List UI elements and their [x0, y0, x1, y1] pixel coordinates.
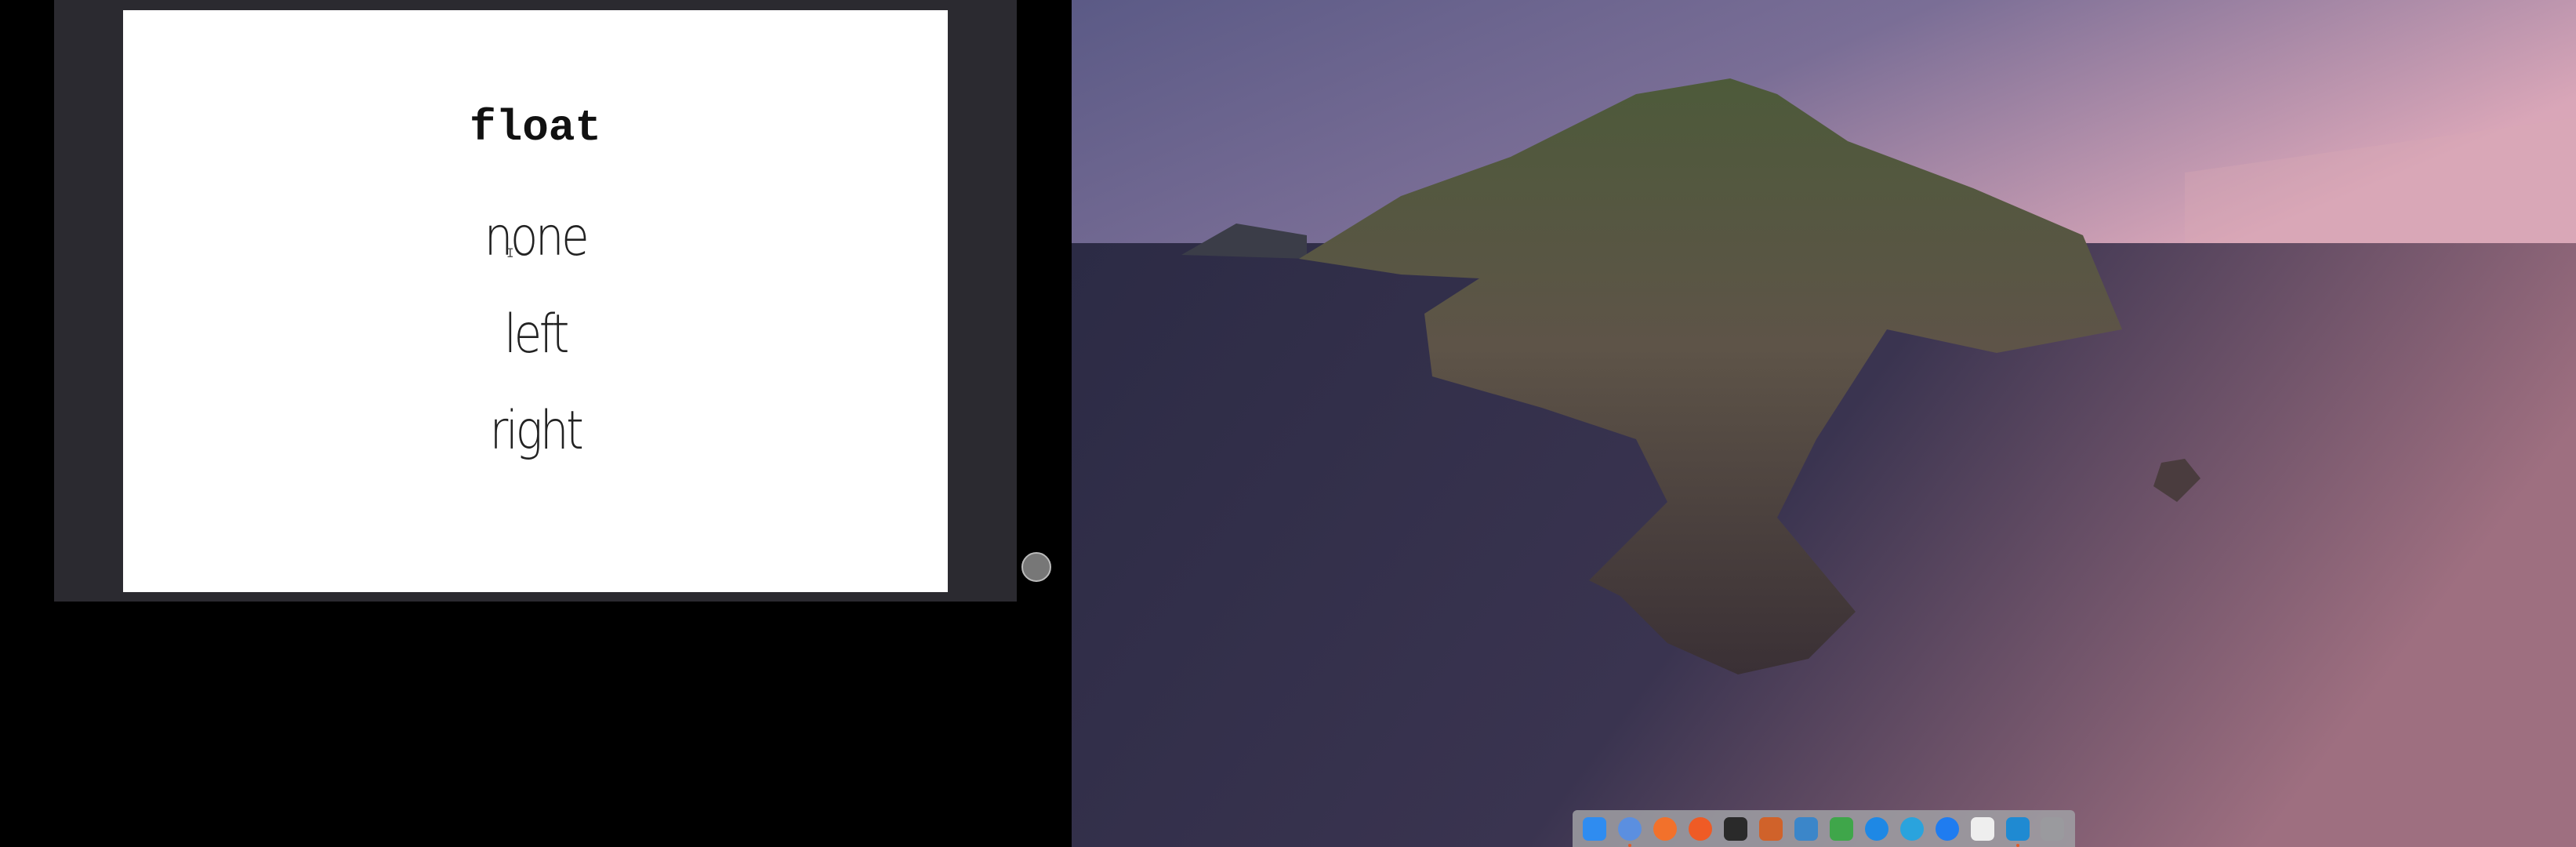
- slide-title: float: [469, 103, 602, 153]
- dock-item-chromium[interactable]: [1613, 813, 1648, 847]
- dock-item-postman[interactable]: [1683, 813, 1718, 845]
- libreoffice-calc-icon: [1829, 816, 1853, 841]
- webcam-avatar: [1021, 552, 1051, 582]
- dock-item-launchpad[interactable]: [2035, 813, 2070, 845]
- textedit-icon: [1970, 816, 1994, 841]
- dock-item-app-store[interactable]: [1929, 813, 1965, 845]
- slide[interactable]: float none left right I: [123, 10, 948, 592]
- running-indicator: [2015, 843, 2019, 847]
- dock: [1573, 810, 2075, 847]
- libreoffice-draw-icon: [1794, 816, 1818, 841]
- text-cursor-icon: I: [506, 245, 514, 260]
- dock-item-libreoffice-calc[interactable]: [1823, 813, 1859, 845]
- dock-item-textedit[interactable]: [1965, 813, 2000, 845]
- telegram-icon: [1899, 816, 1924, 841]
- finder-icon: [1583, 816, 1607, 841]
- presentation-frame: float none left right I: [54, 0, 1017, 602]
- terminal-icon: [1724, 816, 1748, 841]
- firefox-icon: [1653, 816, 1678, 841]
- slide-option-none: none: [484, 206, 590, 268]
- chromium-icon: [1618, 816, 1642, 841]
- postman-icon: [1689, 816, 1713, 841]
- dock-item-teamviewer[interactable]: [1859, 813, 1894, 845]
- slide-option-right: right: [489, 400, 584, 462]
- dock-item-libreoffice-draw[interactable]: [1789, 813, 1824, 845]
- teamviewer-icon: [1864, 816, 1888, 841]
- dock-item-vscode[interactable]: [2000, 813, 2035, 847]
- presentation-window-area: float none left right I: [0, 0, 1072, 847]
- slide-option-left: left: [503, 304, 569, 365]
- running-indicator: [1628, 843, 1632, 847]
- dock-item-terminal[interactable]: [1718, 813, 1754, 845]
- libreoffice-impress-icon: [1759, 816, 1783, 841]
- dock-item-libreoffice-impress[interactable]: [1754, 813, 1789, 845]
- vscode-icon: [2005, 816, 2030, 841]
- desktop-wallpaper: [1072, 0, 2576, 847]
- app-store-icon: [1935, 816, 1959, 841]
- launchpad-icon: [2041, 816, 2065, 841]
- dock-item-telegram[interactable]: [1894, 813, 1929, 845]
- dock-item-finder[interactable]: [1577, 813, 1613, 845]
- dock-item-firefox[interactable]: [1648, 813, 1683, 845]
